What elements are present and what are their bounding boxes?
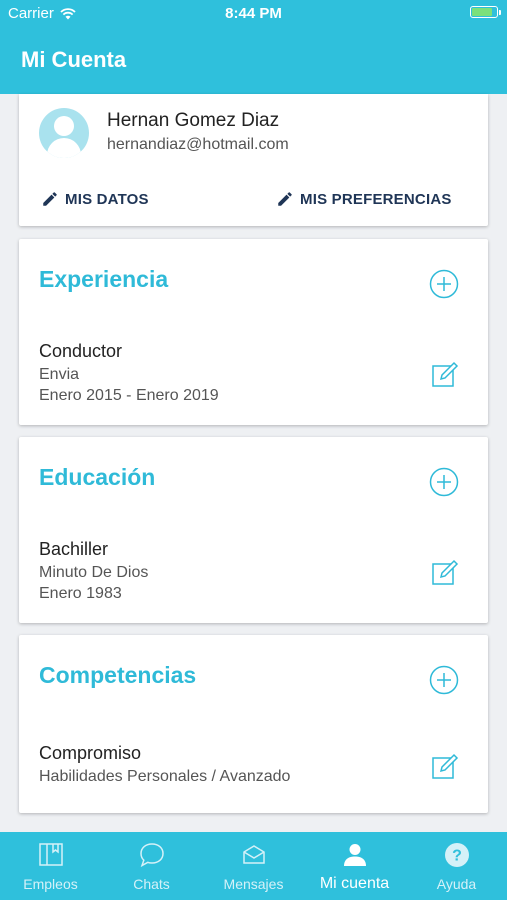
educacion-item-institution: Minuto De Dios [39, 564, 149, 581]
tab-empleos-label: Empleos [23, 876, 78, 892]
profile-name: Hernan Gomez Diaz [107, 110, 280, 131]
add-educacion-button[interactable] [429, 467, 459, 497]
tab-chats-label: Chats [133, 876, 170, 892]
battery-indicator [470, 6, 501, 18]
mis-preferencias-button[interactable]: MIS PREFERENCIAS [276, 190, 452, 208]
tab-chats[interactable]: Chats [101, 832, 202, 900]
experiencia-item-company: Envia [39, 366, 80, 383]
tab-mensajes[interactable]: Mensajes [203, 832, 304, 900]
educacion-title: Educación [39, 464, 156, 490]
battery-icon [470, 6, 498, 18]
educacion-item-dates: Enero 1983 [39, 585, 122, 602]
page-title: Mi Cuenta [21, 47, 127, 72]
navigation-bar: Mi Cuenta [0, 28, 507, 94]
pencil-icon [278, 192, 292, 206]
competencias-item-title: Compromiso [39, 743, 142, 763]
experiencia-card: Experiencia Conductor Envia Enero 2015 -… [19, 239, 488, 425]
tab-empleos[interactable]: Empleos [0, 832, 101, 900]
experiencia-title: Experiencia [39, 266, 169, 292]
tab-mi-cuenta[interactable]: Mi cuenta [304, 832, 405, 900]
edit-experiencia-button[interactable] [431, 361, 459, 389]
edit-competencias-button[interactable] [431, 753, 459, 781]
tab-mi-cuenta-label: Mi cuenta [319, 875, 390, 892]
experiencia-item-dates: Enero 2015 - Enero 2019 [39, 387, 219, 404]
mis-datos-label: MIS DATOS [65, 190, 149, 208]
status-bar: Carrier 8:44 PM [0, 0, 507, 28]
competencias-title: Competencias [39, 662, 197, 688]
battery-level [472, 8, 493, 16]
add-experiencia-button[interactable] [429, 269, 459, 299]
status-time: 8:44 PM [225, 5, 282, 22]
competencias-card: Competencias Compromiso Habilidades Pers… [19, 635, 488, 813]
avatar [39, 108, 89, 158]
mis-preferencias-label: MIS PREFERENCIAS [300, 190, 452, 208]
tab-bar: Empleos Chats Mensajes Mi cuenta ? Ayuda [0, 832, 507, 900]
edit-educacion-button[interactable] [431, 559, 459, 587]
competencias-item-level: Habilidades Personales / Avanzado [39, 768, 291, 785]
tab-ayuda[interactable]: ? Ayuda [406, 832, 507, 900]
mail-icon [242, 845, 265, 864]
experiencia-item-title: Conductor [39, 341, 123, 361]
profile-email: hernandiaz@hotmail.com [107, 136, 289, 153]
pencil-icon [43, 192, 57, 206]
book-icon [38, 843, 63, 866]
educacion-card: Educación Bachiller Minuto De Dios Enero… [19, 437, 488, 623]
chat-icon [139, 843, 164, 868]
tab-mensajes-label: Mensajes [223, 876, 284, 892]
help-icon: ? [444, 843, 469, 867]
mis-datos-button[interactable]: MIS DATOS [41, 190, 149, 208]
educacion-item-title: Bachiller [39, 539, 109, 559]
svg-text:?: ? [452, 848, 462, 865]
person-icon [343, 844, 366, 866]
profile-card: Hernan Gomez Diaz hernandiaz@hotmail.com… [19, 94, 488, 226]
tab-ayuda-label: Ayuda [436, 876, 477, 892]
add-competencias-button[interactable] [429, 665, 459, 695]
